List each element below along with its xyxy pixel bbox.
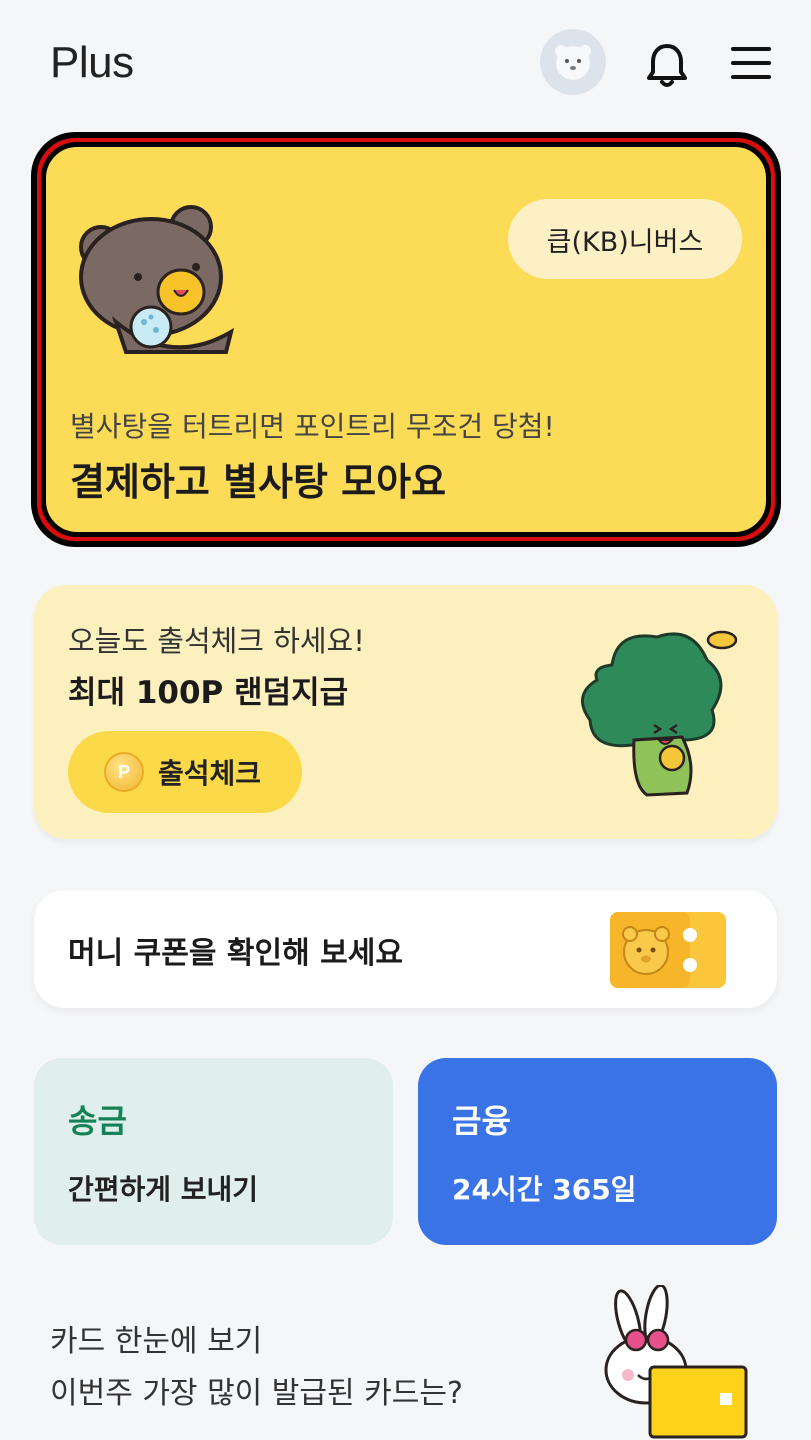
- broccoli-character-icon: [581, 630, 738, 797]
- promo-subtitle: 별사탕을 터트리면 포인트리 무조건 당첨!: [70, 410, 555, 443]
- finance-tile[interactable]: 금융 24시간 365일: [418, 1058, 777, 1245]
- transfer-tile[interactable]: 송금 간편하게 보내기: [34, 1058, 393, 1245]
- kb-niverse-pill[interactable]: 큽(KB)니버스: [508, 199, 742, 279]
- attendance-card[interactable]: 오늘도 출석체크 하세요! 최대 100P 랜덤지급 P 출석체크: [34, 585, 777, 839]
- money-coupon-card[interactable]: 머니 쿠폰을 확인해 보세요: [34, 890, 777, 1008]
- coupon-title: 머니 쿠폰을 확인해 보세요: [68, 936, 403, 971]
- card-overview-link[interactable]: 카드 한눈에 보기: [50, 1316, 262, 1360]
- coupon-ticket-icon: [610, 912, 726, 988]
- transfer-title: 송금: [68, 1102, 127, 1140]
- attendance-subtitle: 오늘도 출석체크 하세요!: [68, 624, 365, 658]
- finance-title: 금융: [452, 1102, 511, 1140]
- profile-avatar[interactable]: [540, 29, 606, 95]
- menu-icon: [731, 47, 771, 79]
- app-header: Plus: [0, 0, 811, 125]
- promo-title: 결제하고 별사탕 모아요: [70, 460, 447, 504]
- attendance-check-button[interactable]: P 출석체크: [68, 731, 302, 813]
- star-candy-promo-banner[interactable]: 큽(KB)니버스 별사탕을 터트리면 포인트리 무조건 당첨! 결제하고 별사탕…: [41, 142, 771, 537]
- transfer-subtitle: 간편하게 보내기: [68, 1173, 259, 1206]
- attendance-button-label: 출석체크: [158, 757, 262, 790]
- notification-button[interactable]: [640, 38, 694, 92]
- menu-button[interactable]: [728, 40, 774, 86]
- attendance-title: 최대 100P 랜덤지급: [68, 675, 349, 711]
- finance-subtitle: 24시간 365일: [452, 1173, 637, 1206]
- app-title: Plus: [50, 38, 134, 87]
- avatar-icon: [555, 45, 591, 80]
- bell-icon: [647, 44, 687, 87]
- bear-character-icon: [79, 205, 235, 354]
- bunny-card-icon: [604, 1285, 748, 1439]
- point-coin-icon: P: [104, 752, 144, 792]
- popular-card-question: 이번주 가장 많이 발급된 카드는?: [50, 1376, 463, 1411]
